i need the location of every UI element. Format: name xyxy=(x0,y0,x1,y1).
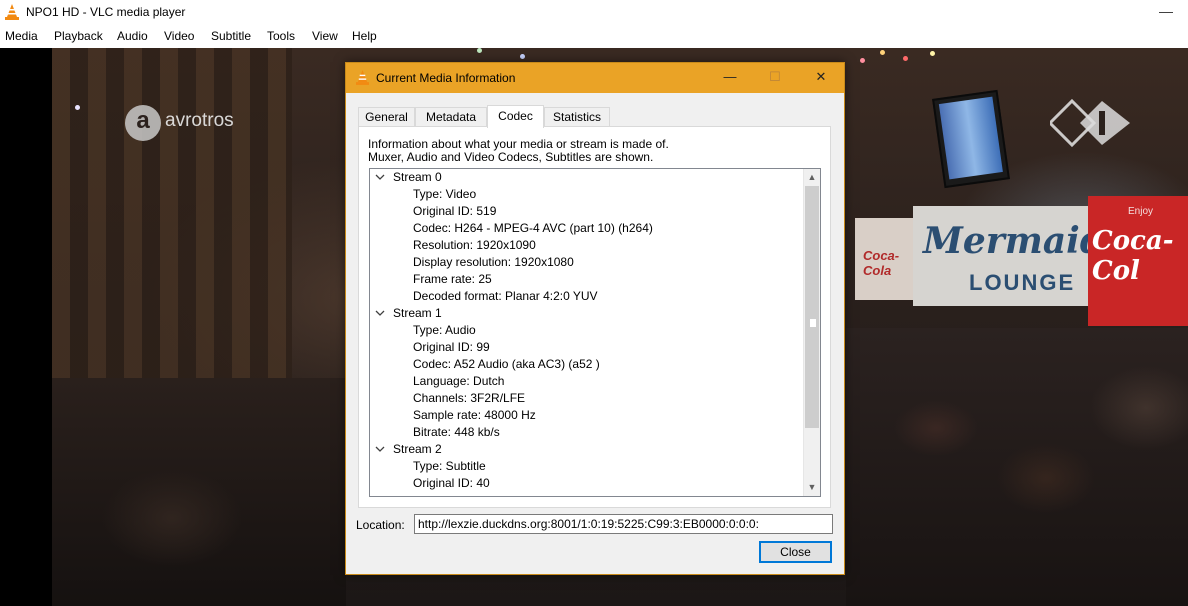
dialog-maximize-button[interactable]: ☐ xyxy=(763,67,787,89)
codec-info-line-1: Information about what your media or str… xyxy=(368,137,669,151)
tree-field[interactable]: Original ID: 99 xyxy=(413,339,490,356)
tree-stream-label[interactable]: Stream 2 xyxy=(393,441,442,458)
npo1-logo-icon xyxy=(1050,98,1130,148)
tree-stream-label[interactable]: Stream 1 xyxy=(393,305,442,322)
location-field[interactable]: http://lexzie.duckdns.org:8001/1:0:19:52… xyxy=(414,514,833,534)
sign-coca-cola-left: Coca-Cola xyxy=(855,218,913,300)
string-light xyxy=(860,58,865,63)
dialog-close-x-button[interactable]: ✕ xyxy=(809,67,833,89)
tree-field[interactable]: Display resolution: 1920x1080 xyxy=(413,254,574,271)
menu-media[interactable]: Media xyxy=(5,29,38,43)
menu-subtitle[interactable]: Subtitle xyxy=(211,29,251,43)
scroll-down-arrow-icon[interactable]: ▼ xyxy=(804,479,820,496)
tree-field[interactable]: Decoded format: Planar 4:2:0 YUV xyxy=(413,288,598,305)
string-light xyxy=(520,54,525,59)
tab-codec[interactable]: Codec xyxy=(487,105,544,128)
scrollbar-thumb[interactable] xyxy=(805,186,819,428)
menu-audio[interactable]: Audio xyxy=(117,29,148,43)
tree-field[interactable]: Resolution: 1920x1090 xyxy=(413,237,536,254)
scrollbar-grip xyxy=(809,318,817,328)
dialog-titlebar[interactable]: Current Media Information — ☐ ✕ xyxy=(346,63,844,93)
codec-tree[interactable]: Stream 0 Type: Video Original ID: 519 Co… xyxy=(369,168,821,497)
window-title: NPO1 HD - VLC media player xyxy=(26,5,186,19)
window-titlebar: NPO1 HD - VLC media player — xyxy=(0,0,1188,25)
tree-field[interactable]: Bitrate: 448 kb/s xyxy=(413,424,500,441)
chevron-down-icon[interactable] xyxy=(375,169,385,186)
video-crowd-right xyxy=(846,328,1188,606)
vlc-cone-icon xyxy=(356,70,369,85)
tab-metadata[interactable]: Metadata xyxy=(415,107,487,127)
scroll-up-arrow-icon[interactable]: ▲ xyxy=(804,169,820,186)
dialog-minimize-button[interactable]: — xyxy=(718,67,742,89)
menu-bar: Media Playback Audio Video Subtitle Tool… xyxy=(0,25,1188,48)
video-crowd-left xyxy=(52,378,346,606)
tab-statistics[interactable]: Statistics xyxy=(544,107,610,127)
tree-field[interactable]: Language: Dutch xyxy=(413,373,504,390)
vlc-cone-icon xyxy=(5,4,19,20)
string-light xyxy=(903,56,908,61)
tree-field[interactable]: Original ID: 40 xyxy=(413,475,490,492)
media-info-dialog: Current Media Information — ☐ ✕ General … xyxy=(345,62,845,575)
tree-stream-label[interactable]: Stream 0 xyxy=(393,169,442,186)
dialog-title: Current Media Information xyxy=(376,71,516,85)
menu-tools[interactable]: Tools xyxy=(267,29,295,43)
tree-field[interactable]: Codec: H264 - MPEG-4 AVC (part 10) (h264… xyxy=(413,220,653,237)
codec-info-line-2: Muxer, Audio and Video Codecs, Subtitles… xyxy=(368,150,654,164)
string-light xyxy=(880,50,885,55)
tree-field[interactable]: Frame rate: 25 xyxy=(413,271,492,288)
codec-panel: Information about what your media or str… xyxy=(358,126,831,508)
close-button[interactable]: Close xyxy=(759,541,832,563)
chevron-down-icon[interactable] xyxy=(375,441,385,458)
chevron-down-icon[interactable] xyxy=(375,305,385,322)
tree-field[interactable]: Original ID: 519 xyxy=(413,203,496,220)
sign-coca-cola-right: Enjoy Coca-Col xyxy=(1088,196,1188,326)
location-label: Location: xyxy=(356,518,405,532)
channel-logo-text: avrotros xyxy=(165,110,234,131)
string-light xyxy=(930,51,935,56)
sign-mermaid-lounge: Mermaid LOUNGE xyxy=(913,206,1105,306)
tv-on-wall xyxy=(932,89,1010,189)
menu-view[interactable]: View xyxy=(312,29,338,43)
tree-field[interactable]: Type: Video xyxy=(413,186,476,203)
tree-scrollbar[interactable]: ▲ ▼ xyxy=(803,169,820,496)
tree-field[interactable]: Sample rate: 48000 Hz xyxy=(413,407,536,424)
string-light xyxy=(75,105,80,110)
tree-field[interactable]: Type: Audio xyxy=(413,322,476,339)
string-light xyxy=(477,48,482,53)
tree-field[interactable]: Type: Subtitle xyxy=(413,458,486,475)
tree-field[interactable]: Channels: 3F2R/LFE xyxy=(413,390,525,407)
menu-video[interactable]: Video xyxy=(164,29,194,43)
window-minimize-button[interactable]: — xyxy=(1156,2,1176,22)
menu-playback[interactable]: Playback xyxy=(54,29,103,43)
avrotros-logo-icon: a xyxy=(125,105,161,141)
menu-help[interactable]: Help xyxy=(352,29,377,43)
tree-field[interactable]: Codec: A52 Audio (aka AC3) (a52 ) xyxy=(413,356,600,373)
tab-general[interactable]: General xyxy=(358,107,415,127)
video-letterbox xyxy=(0,48,52,606)
